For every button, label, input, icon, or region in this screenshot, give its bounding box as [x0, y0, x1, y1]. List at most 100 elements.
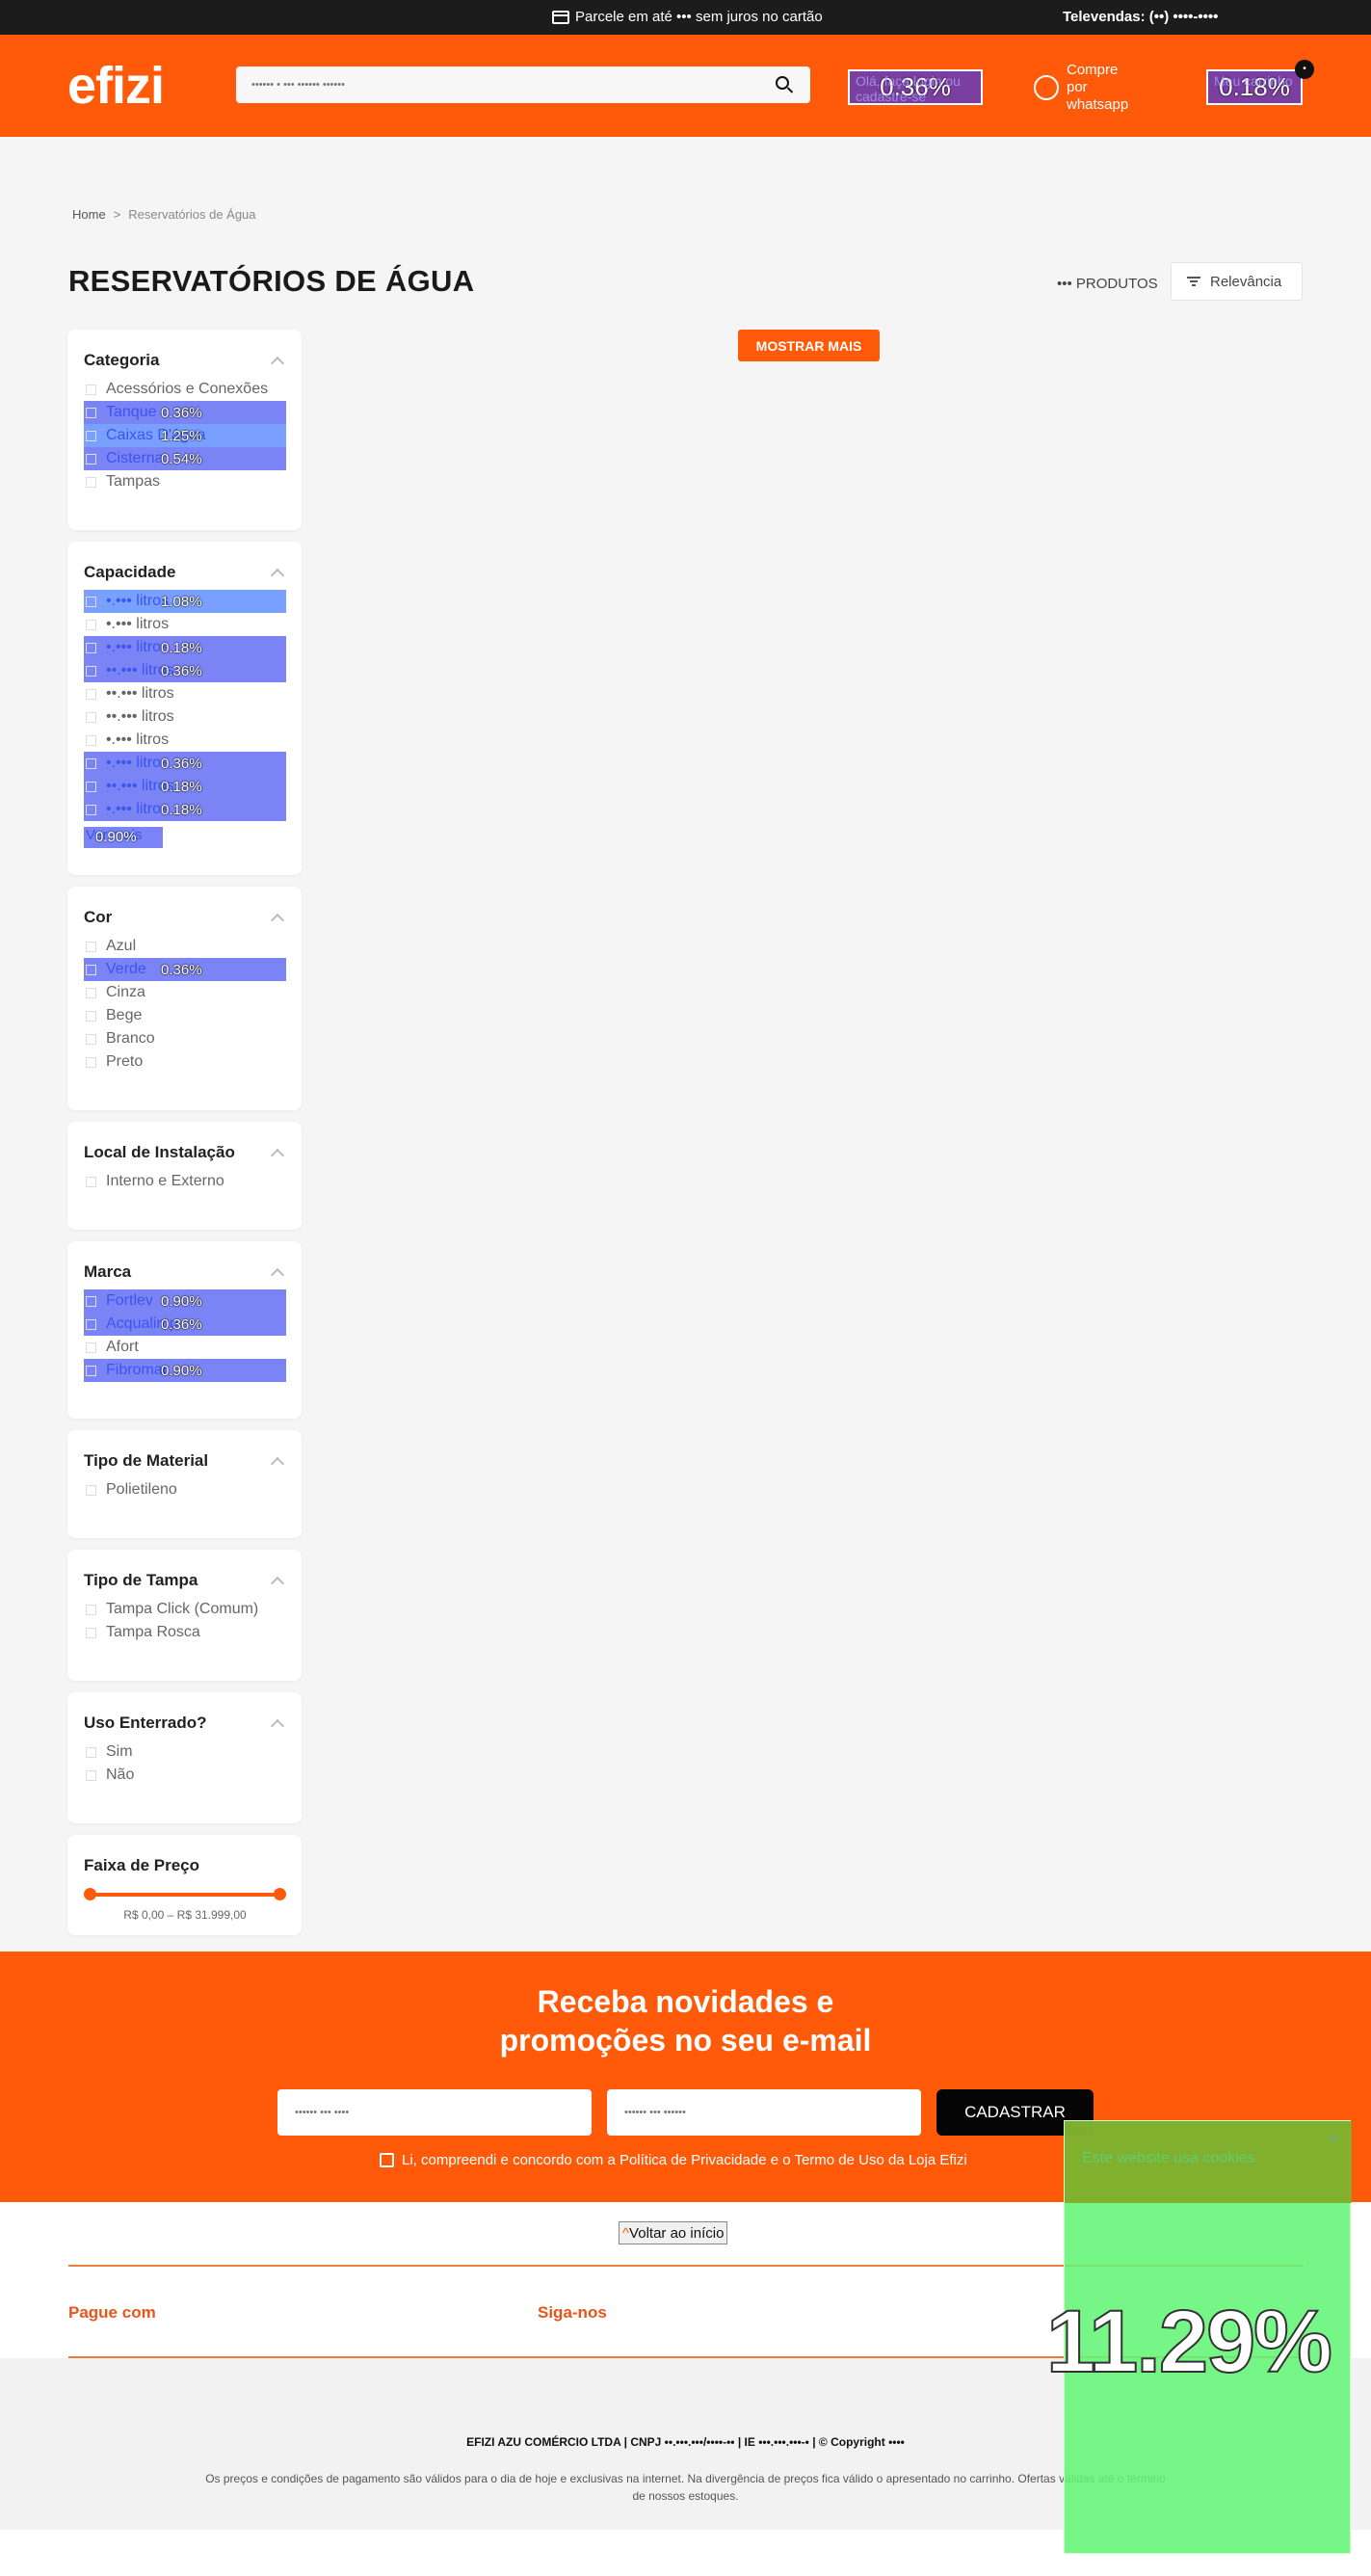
email-input[interactable] — [607, 2089, 921, 2136]
chevron-up-icon[interactable] — [270, 1148, 285, 1163]
filter-option[interactable]: Cinza — [84, 981, 286, 1004]
checkbox[interactable] — [86, 476, 96, 488]
filter-option[interactable]: •.••• litros 1.08% — [84, 590, 286, 613]
checkbox[interactable] — [86, 430, 96, 441]
filter-option[interactable]: Não — [84, 1764, 286, 1787]
search-icon[interactable] — [776, 76, 789, 90]
filter-option[interactable]: •.••• litros 0.36% — [84, 752, 286, 775]
checkbox[interactable] — [86, 1341, 96, 1353]
price-min-handle[interactable] — [84, 1888, 96, 1900]
checkbox[interactable] — [86, 665, 96, 677]
filter-option[interactable]: Polietileno — [84, 1478, 286, 1501]
filter-option[interactable]: •.••• litros 0.18% — [84, 636, 286, 659]
filter-option[interactable]: •.••• litros 0.18% — [84, 798, 286, 821]
checkbox[interactable] — [86, 1627, 96, 1638]
checkbox[interactable] — [86, 1010, 96, 1022]
chevron-up-icon[interactable] — [270, 1576, 285, 1591]
filter-option[interactable]: Tanque 0.36% — [84, 401, 286, 424]
checkbox[interactable] — [86, 407, 96, 418]
checkbox[interactable] — [86, 711, 96, 723]
price-max-handle[interactable] — [274, 1888, 286, 1900]
logo[interactable]: efizi — [67, 56, 165, 116]
filter-header[interactable]: Local de Instalação — [84, 1143, 286, 1163]
filter-option[interactable]: Tampa Rosca — [84, 1621, 286, 1644]
checkbox[interactable] — [86, 688, 96, 700]
checkbox[interactable] — [86, 619, 96, 630]
filter-option[interactable]: Tampa Click (Comum) — [84, 1598, 286, 1621]
filter-option[interactable]: ••.••• litros — [84, 682, 286, 705]
close-icon[interactable]: × — [1330, 2131, 1338, 2148]
chevron-up-icon[interactable] — [270, 1718, 285, 1734]
checkbox[interactable] — [86, 1746, 96, 1758]
checkbox[interactable] — [86, 1604, 96, 1615]
consent-checkbox[interactable]: Li, compreendi e concordo com a Política… — [380, 2152, 967, 2168]
heat-label: 0.36% — [161, 1315, 202, 1333]
filter-option[interactable]: Bege — [84, 1004, 286, 1027]
see-more-link[interactable]: Ver mais 0.90% — [84, 827, 163, 848]
filter-header[interactable]: Uso Enterrado? — [84, 1713, 286, 1734]
filter-header[interactable]: Tipo de Tampa — [84, 1571, 286, 1591]
filter-option[interactable]: Azul — [84, 935, 286, 958]
filter-option[interactable]: Afort — [84, 1336, 286, 1359]
chevron-up-icon[interactable] — [270, 356, 285, 371]
filter-option[interactable]: •.••• litros — [84, 613, 286, 636]
checkbox[interactable] — [86, 642, 96, 653]
filter-option[interactable]: Sim — [84, 1740, 286, 1764]
heat-label: 1.25% — [161, 427, 202, 444]
filter-header[interactable]: Tipo de Material — [84, 1451, 286, 1472]
filter-option[interactable]: Acqualimp 0.36% — [84, 1313, 286, 1336]
chevron-up-icon[interactable] — [270, 913, 285, 928]
checkbox[interactable] — [86, 1295, 96, 1307]
filter-header[interactable]: Capacidade — [84, 563, 286, 583]
name-input[interactable] — [277, 2089, 592, 2136]
search-input[interactable] — [236, 66, 756, 103]
checkbox[interactable] — [86, 596, 96, 607]
breadcrumb-home[interactable]: Home — [72, 207, 106, 222]
televendas[interactable]: Televendas: (••) ••••-•••• — [1063, 9, 1218, 25]
checkbox[interactable] — [86, 453, 96, 465]
filter-option[interactable]: Fortlev 0.90% — [84, 1289, 286, 1313]
checkbox[interactable] — [86, 804, 96, 815]
filter-option[interactable]: ••.••• litros 0.36% — [84, 659, 286, 682]
checkbox[interactable] — [86, 1176, 96, 1187]
checkbox[interactable] — [86, 1769, 96, 1781]
price-slider[interactable] — [84, 1883, 286, 1906]
filter-header[interactable]: Marca — [84, 1262, 286, 1283]
filter-header[interactable]: Categoria — [84, 351, 286, 371]
filter-option[interactable]: Branco — [84, 1027, 286, 1050]
cart-button[interactable]: Meu carrinho 0.18% — [1206, 69, 1303, 105]
filter-option[interactable]: Tampas — [84, 470, 286, 493]
chevron-up-icon[interactable] — [270, 1456, 285, 1472]
filter-option[interactable]: Preto — [84, 1050, 286, 1074]
checkbox[interactable] — [86, 987, 96, 998]
whatsapp-link[interactable]: Compre por whatsapp — [1034, 62, 1128, 114]
filter-option[interactable]: Interno e Externo — [84, 1170, 286, 1193]
filter-option[interactable]: Fibromar 0.90% — [84, 1359, 286, 1382]
checkbox[interactable] — [86, 734, 96, 746]
filter-option[interactable]: ••.••• litros 0.18% — [84, 775, 286, 798]
checkbox[interactable] — [86, 1365, 96, 1376]
filter-option[interactable]: Cisterna 0.54% — [84, 447, 286, 470]
checkbox[interactable] — [86, 384, 96, 395]
checkbox[interactable] — [86, 1484, 96, 1496]
chevron-up-icon[interactable] — [270, 1267, 285, 1283]
filter-option[interactable]: ••.••• litros — [84, 705, 286, 729]
show-more-button[interactable]: MOSTRAR MAIS — [738, 330, 880, 361]
filter-header[interactable]: Cor — [84, 908, 286, 928]
back-to-top-button[interactable]: ^Voltar ao início — [619, 2221, 728, 2244]
filter-option[interactable]: Acessórios e Conexões — [84, 378, 286, 401]
login-link[interactable]: Olá, faça login ou cadastre-se 0.36% — [848, 69, 983, 105]
checkbox[interactable] — [86, 781, 96, 792]
checkbox[interactable] — [86, 941, 96, 952]
checkbox[interactable] — [86, 964, 96, 975]
checkbox[interactable] — [86, 1318, 96, 1330]
sort-dropdown[interactable]: Relevância — [1171, 262, 1303, 301]
filter-option[interactable]: •.••• litros — [84, 729, 286, 752]
filter-option[interactable]: Caixas D'água 1.25% — [84, 424, 286, 447]
checkbox[interactable] — [86, 1056, 96, 1068]
checkbox[interactable] — [86, 757, 96, 769]
checkbox[interactable] — [86, 1033, 96, 1045]
chevron-up-icon[interactable] — [270, 568, 285, 583]
checkbox-icon[interactable] — [380, 2153, 394, 2167]
filter-option[interactable]: Verde 0.36% — [84, 958, 286, 981]
